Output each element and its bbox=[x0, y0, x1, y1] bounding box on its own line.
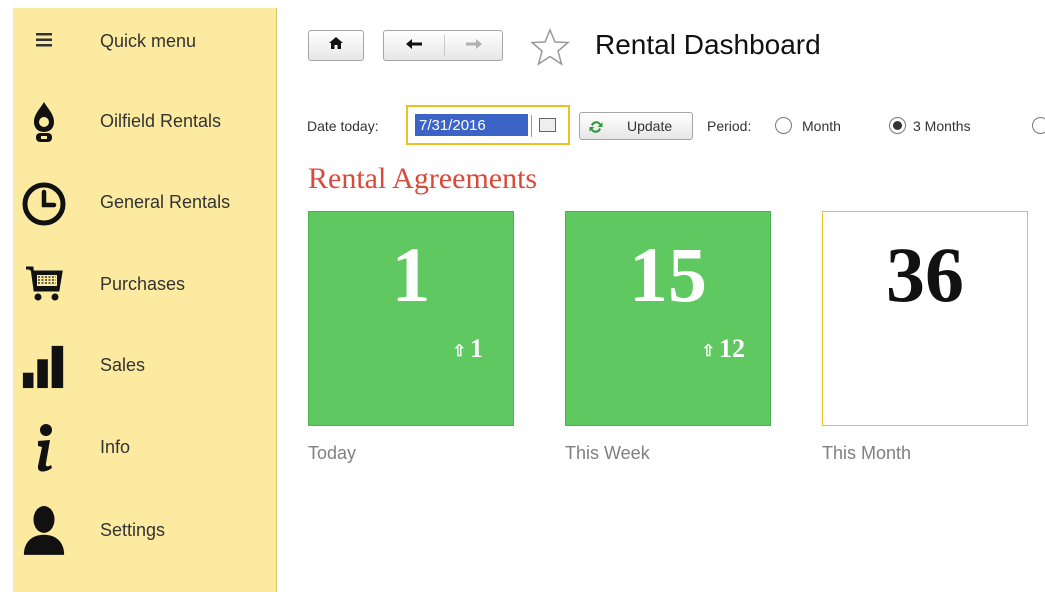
period-option-label: 3 Months bbox=[913, 118, 971, 134]
arrow-up-icon: ⇧ bbox=[701, 343, 715, 361]
date-field bbox=[406, 105, 570, 145]
update-label: Update bbox=[627, 118, 673, 134]
tile-this-week[interactable]: 15 ⇧ 12 bbox=[565, 211, 771, 426]
oil-drop-icon bbox=[21, 94, 67, 150]
period-option-label: Month bbox=[802, 118, 841, 134]
period-radio-3-months[interactable] bbox=[889, 117, 906, 134]
tile-caption: Today bbox=[308, 443, 357, 463]
section-title: Rental Agreements bbox=[308, 162, 538, 195]
tile-delta-value: 12 bbox=[719, 334, 745, 363]
history-nav bbox=[383, 30, 503, 61]
star-icon[interactable] bbox=[530, 28, 570, 71]
tile-value: 36 bbox=[886, 231, 964, 318]
sidebar-item-label: Settings bbox=[100, 520, 166, 540]
sidebar-item-oilfield-rentals[interactable]: Oilfield Rentals bbox=[13, 92, 275, 152]
period-label: Period: bbox=[707, 118, 752, 134]
arrow-left-icon bbox=[405, 37, 423, 55]
user-icon bbox=[21, 502, 67, 558]
sidebar-item-label: Oilfield Rentals bbox=[100, 111, 222, 131]
info-icon bbox=[21, 420, 67, 476]
arrow-right-icon bbox=[465, 37, 483, 55]
sidebar-item-label: Purchases bbox=[100, 274, 186, 294]
sidebar-item-info[interactable]: Info bbox=[13, 418, 275, 478]
date-input[interactable] bbox=[415, 114, 528, 136]
page-title: Rental Dashboard bbox=[595, 29, 821, 60]
bar-chart-icon bbox=[21, 338, 67, 394]
calendar-icon[interactable] bbox=[539, 118, 556, 132]
home-icon bbox=[328, 36, 344, 55]
filter-bar: Date today: Update Period: Month 3 Month… bbox=[307, 105, 1045, 145]
back-button[interactable] bbox=[384, 31, 444, 60]
date-label: Date today: bbox=[307, 118, 379, 134]
forward-button[interactable] bbox=[445, 31, 503, 60]
hamburger-icon bbox=[21, 12, 67, 68]
sidebar-item-settings[interactable]: Settings bbox=[13, 500, 275, 560]
sidebar-item-label: Info bbox=[100, 437, 131, 457]
tile-value: 15 bbox=[629, 231, 707, 318]
tile-today[interactable]: 1 ⇧ 1 bbox=[308, 211, 514, 426]
sidebar-item-sales[interactable]: Sales bbox=[13, 336, 275, 396]
clock-icon bbox=[21, 176, 67, 232]
cart-icon bbox=[21, 256, 67, 312]
tile-this-month[interactable]: 36 bbox=[822, 211, 1028, 426]
refresh-icon bbox=[588, 119, 604, 138]
update-button[interactable]: Update bbox=[579, 112, 693, 140]
tile-value: 1 bbox=[391, 231, 431, 318]
tile-caption: This Week bbox=[565, 443, 650, 463]
tile-caption: This Month bbox=[822, 443, 912, 463]
sidebar-item-quick-menu[interactable]: Quick menu bbox=[13, 10, 275, 70]
sidebar-item-label: Sales bbox=[100, 355, 146, 375]
sidebar-item-general-rentals[interactable]: General Rentals bbox=[13, 172, 275, 232]
period-radio-more[interactable] bbox=[1032, 117, 1045, 134]
tile-delta: ⇧ 12 bbox=[702, 334, 745, 364]
sidebar: Quick menu Oilfield Rentals General Rent… bbox=[13, 8, 277, 592]
home-button[interactable] bbox=[308, 30, 364, 61]
sidebar-item-purchases[interactable]: Purchases bbox=[13, 254, 275, 314]
tile-delta-value: 1 bbox=[470, 334, 483, 363]
date-separator bbox=[531, 115, 532, 137]
tile-delta: ⇧ 1 bbox=[453, 334, 483, 364]
period-radio-month[interactable] bbox=[775, 117, 792, 134]
sidebar-item-label: General Rentals bbox=[100, 192, 231, 212]
arrow-up-icon: ⇧ bbox=[452, 343, 466, 361]
sidebar-item-label: Quick menu bbox=[100, 31, 197, 51]
